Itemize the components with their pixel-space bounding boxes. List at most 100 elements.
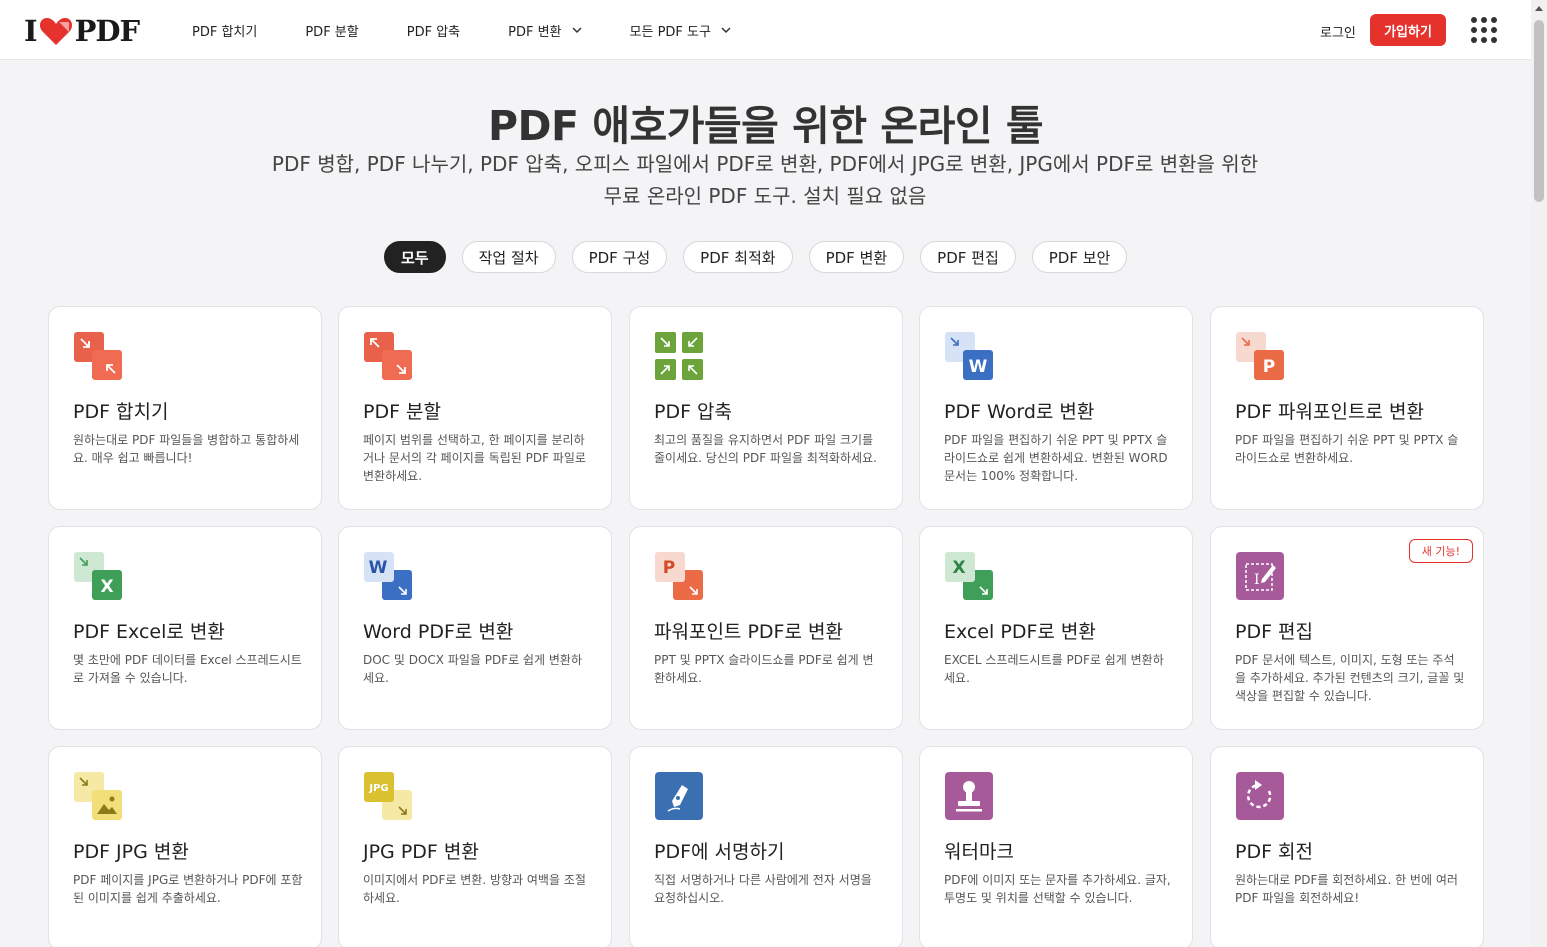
svg-text:X: X: [952, 558, 965, 578]
tool-card-powerpoint-to-pdf[interactable]: P 파워포인트 PDF로 변환 PPT 및 PPTX 슬라이드쇼를 PDF로 쉽…: [629, 526, 903, 730]
main-nav: PDF 합치기 PDF 분할 PDF 압축 PDF 변환 모든 PDF 도구: [192, 0, 779, 60]
tool-description: 페이지 범위를 선택하고, 한 페이지를 분리하거나 문서의 각 페이지를 독립…: [363, 433, 586, 483]
sign-pen-icon: [655, 772, 703, 820]
pdf-to-jpg-icon: [74, 772, 122, 820]
top-header: I PDF PDF 합치기 PDF 분할 PDF 압축 PDF 변환 모든 PD…: [0, 0, 1531, 60]
svg-text:P: P: [663, 558, 675, 578]
word-icon: W: [945, 332, 993, 380]
tool-description: 원하는대로 PDF를 회전하세요. 한 번에 여러 PDF 파일을 회전하세요!: [1235, 873, 1458, 905]
login-link[interactable]: 로그인: [1320, 22, 1356, 41]
nav-convert-pdf[interactable]: PDF 변환: [508, 21, 582, 40]
nav-label: PDF 분할: [305, 24, 359, 40]
filter-workflow[interactable]: 작업 절차: [461, 241, 556, 273]
tool-title: PDF 회전: [1235, 841, 1314, 863]
tool-description: PDF 파일을 편집하기 쉬운 PPT 및 PPTX 슬라이드쇼로 변환하세요.: [1235, 433, 1459, 465]
chevron-down-icon: [721, 27, 731, 34]
new-feature-badge: 새 기능!: [1408, 539, 1473, 563]
tool-title: Excel PDF로 변환: [944, 621, 1096, 643]
jpg-label: JPG: [368, 783, 388, 794]
powerpoint-icon: P: [1236, 332, 1284, 380]
chevron-down-icon: [571, 27, 582, 34]
nav-label: PDF 변환: [508, 24, 562, 40]
tool-description: 몇 초만에 PDF 데이터를 Excel 스프레드시트로 가져올 수 있습니다.: [73, 653, 302, 685]
filter-organize[interactable]: PDF 구성: [571, 241, 668, 273]
ilovepdf-logo[interactable]: I PDF: [24, 14, 141, 48]
tool-description: PDF에 이미지 또는 문자를 추가하세요. 글자, 투명도 및 위치를 선택할…: [944, 873, 1171, 905]
nav-label: 모든 PDF 도구: [629, 24, 711, 40]
nav-merge-pdf[interactable]: PDF 합치기: [192, 21, 257, 40]
compress-icon: [655, 332, 703, 380]
tool-description: 직접 서명하거나 다른 사람에게 전자 서명을 요청하십시오.: [654, 873, 872, 905]
tool-title: PDF 압축: [654, 401, 733, 423]
filter-optimize[interactable]: PDF 최적화: [683, 241, 793, 273]
tool-description: 원하는대로 PDF 파일들을 병합하고 통합하세요. 매우 쉽고 빠릅니다!: [73, 433, 300, 465]
tool-card-compress[interactable]: PDF 압축 최고의 품질을 유지하면서 PDF 파일 크기를 줄이세요. 당신…: [629, 306, 903, 510]
tool-card-pdf-to-excel[interactable]: X PDF Excel로 변환 몇 초만에 PDF 데이터를 Excel 스프레…: [48, 526, 322, 730]
tool-title: PDF 합치기: [73, 401, 169, 423]
tool-card-edit-pdf[interactable]: 새 기능! I PDF 편집 PDF 문서에 텍스트, 이미지, 도형 또는 주…: [1210, 526, 1484, 730]
rotate-icon: [1236, 772, 1284, 820]
svg-text:X: X: [100, 577, 113, 597]
page-scrollbar[interactable]: [1531, 0, 1547, 947]
split-icon: [364, 332, 412, 380]
tool-description: PDF 문서에 텍스트, 이미지, 도형 또는 주석을 추가하세요. 추가된 컨…: [1235, 653, 1465, 703]
logo-text-pdf: PDF: [74, 14, 141, 48]
filter-all[interactable]: 모두: [384, 241, 446, 273]
tool-description: PDF 페이지를 JPG로 변환하거나 PDF에 포함된 이미지를 쉽게 추출하…: [73, 873, 303, 905]
merge-icon: [74, 332, 122, 380]
tool-title: PDF 파워포인트로 변환: [1235, 401, 1424, 423]
tool-description: PDF 파일을 편집하기 쉬운 PPT 및 PPTX 슬라이드쇼로 쉽게 변환하…: [944, 433, 1168, 483]
tool-title: 파워포인트 PDF로 변환: [654, 621, 843, 643]
tool-description: EXCEL 스프레드시트를 PDF로 쉽게 변환하세요.: [944, 653, 1164, 685]
tool-description: 최고의 품질을 유지하면서 PDF 파일 크기를 줄이세요. 당신의 PDF 파…: [654, 433, 877, 465]
page-title: PDF 애호가들을 위한 온라인 툴: [487, 102, 1044, 150]
filter-security[interactable]: PDF 보안: [1031, 241, 1128, 273]
svg-text:W: W: [369, 558, 388, 578]
nav-label: PDF 합치기: [192, 24, 258, 40]
nav-compress-pdf[interactable]: PDF 압축: [407, 21, 460, 40]
tool-title: PDF 편집: [1235, 621, 1314, 643]
nav-split-pdf[interactable]: PDF 분할: [305, 21, 358, 40]
excel-to-pdf-icon: X: [945, 552, 993, 600]
svg-text:P: P: [1263, 357, 1275, 377]
tool-title: JPG PDF 변환: [363, 841, 479, 863]
tool-title: PDF JPG 변환: [73, 841, 189, 863]
tool-title: PDF Excel로 변환: [73, 621, 225, 643]
tool-card-pdf-to-jpg[interactable]: PDF JPG 변환 PDF 페이지를 JPG로 변환하거나 PDF에 포함된 …: [48, 746, 322, 947]
tool-card-rotate-pdf[interactable]: PDF 회전 원하는대로 PDF를 회전하세요. 한 번에 여러 PDF 파일을…: [1210, 746, 1484, 947]
tool-title: PDF에 서명하기: [654, 841, 785, 863]
category-filters: 모두 작업 절차 PDF 구성 PDF 최적화 PDF 변환 PDF 편집 PD…: [384, 241, 1143, 273]
tool-card-merge[interactable]: PDF 합치기 원하는대로 PDF 파일들을 병합하고 통합하세요. 매우 쉽고…: [48, 306, 322, 510]
tool-card-excel-to-pdf[interactable]: X Excel PDF로 변환 EXCEL 스프레드시트를 PDF로 쉽게 변환…: [919, 526, 1193, 730]
filter-convert[interactable]: PDF 변환: [808, 241, 905, 273]
tool-title: PDF 분할: [363, 401, 442, 423]
logo-letter-i: I: [24, 14, 38, 48]
excel-icon: X: [74, 552, 122, 600]
nav-all-tools[interactable]: 모든 PDF 도구: [630, 21, 731, 40]
tool-card-sign-pdf[interactable]: PDF에 서명하기 직접 서명하거나 다른 사람에게 전자 서명을 요청하십시오…: [629, 746, 903, 947]
tool-card-jpg-to-pdf[interactable]: JPG JPG PDF 변환 이미지에서 PDF로 변환. 방향과 여백을 조절…: [338, 746, 612, 947]
tool-description: DOC 및 DOCX 파일을 PDF로 쉽게 변환하세요.: [363, 653, 583, 685]
scroll-up-arrow-icon[interactable]: [1535, 6, 1543, 11]
signup-button[interactable]: 가입하기: [1370, 14, 1446, 46]
tool-card-watermark[interactable]: 워터마크 PDF에 이미지 또는 문자를 추가하세요. 글자, 투명도 및 위치…: [919, 746, 1193, 947]
apps-grid-icon[interactable]: [1471, 17, 1497, 43]
tool-title: 워터마크: [944, 841, 1014, 863]
watermark-stamp-icon: [945, 772, 993, 820]
tool-card-pdf-to-powerpoint[interactable]: P PDF 파워포인트로 변환 PDF 파일을 편집하기 쉬운 PPT 및 PP…: [1210, 306, 1484, 510]
tool-title: PDF Word로 변환: [944, 401, 1095, 423]
tool-card-pdf-to-word[interactable]: W PDF Word로 변환 PDF 파일을 편집하기 쉬운 PPT 및 PPT…: [919, 306, 1193, 510]
tool-card-split[interactable]: PDF 분할 페이지 범위를 선택하고, 한 페이지를 분리하거나 문서의 각 …: [338, 306, 612, 510]
filter-edit[interactable]: PDF 편집: [920, 241, 1016, 273]
tool-description: PPT 및 PPTX 슬라이드쇼를 PDF로 쉽게 변환하세요.: [654, 653, 874, 685]
jpg-to-pdf-icon: JPG: [364, 772, 412, 820]
tool-card-word-to-pdf[interactable]: W Word PDF로 변환 DOC 및 DOCX 파일을 PDF로 쉽게 변환…: [338, 526, 612, 730]
page-subtitle: PDF 병합, PDF 나누기, PDF 압축, 오피스 파일에서 PDF로 변…: [271, 152, 1259, 208]
tool-title: Word PDF로 변환: [363, 621, 514, 643]
tool-description: 이미지에서 PDF로 변환. 방향과 여백을 조절하세요.: [363, 873, 586, 905]
svg-text:W: W: [969, 357, 988, 377]
heart-icon: [39, 18, 72, 45]
svg-text:I: I: [1254, 572, 1260, 588]
scrollbar-thumb[interactable]: [1534, 20, 1544, 202]
edit-pdf-icon: I: [1236, 552, 1284, 600]
